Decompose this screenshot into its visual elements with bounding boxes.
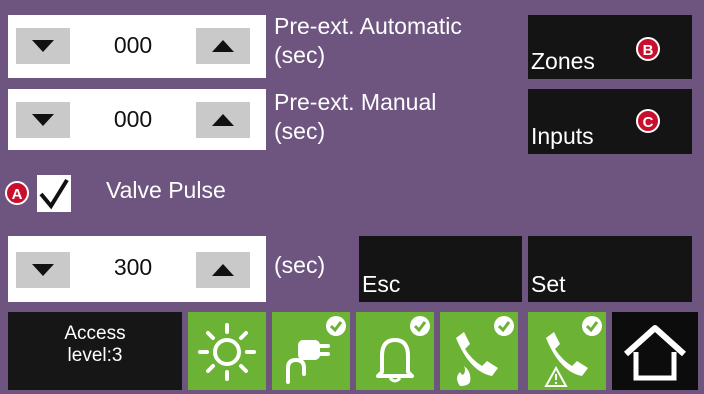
decrement-button[interactable] bbox=[16, 252, 70, 288]
valve-pulse-spinner: 300 bbox=[8, 236, 266, 302]
arrow-down-icon bbox=[32, 114, 54, 126]
decrement-button[interactable] bbox=[16, 102, 70, 138]
arrow-up-icon bbox=[212, 114, 234, 126]
pre-ext-manual-label: Pre-ext. Manual (sec) bbox=[274, 89, 437, 144]
access-level-panel: Access level:3 bbox=[8, 312, 182, 390]
valve-pulse-unit: (sec) bbox=[274, 252, 326, 278]
checkmark-icon bbox=[39, 178, 69, 210]
decrement-button[interactable] bbox=[16, 28, 70, 64]
valve-pulse-checkbox[interactable] bbox=[37, 175, 71, 212]
bell-tile[interactable] bbox=[356, 312, 434, 390]
pre-ext-automatic-label: Pre-ext. Automatic (sec) bbox=[274, 13, 462, 68]
callout-b: B bbox=[636, 37, 660, 61]
pre-ext-automatic-spinner: 000 bbox=[8, 15, 266, 78]
set-button[interactable]: Set bbox=[528, 236, 692, 302]
callout-a: A bbox=[5, 181, 29, 205]
arrow-down-icon bbox=[32, 40, 54, 52]
arrow-up-icon bbox=[212, 264, 234, 276]
arrow-down-icon bbox=[32, 264, 54, 276]
power-plug-icon bbox=[286, 316, 346, 384]
home-icon bbox=[623, 325, 687, 381]
phone-fire-icon bbox=[456, 316, 514, 386]
callout-c: C bbox=[636, 109, 660, 133]
access-level-value: level:3 bbox=[67, 345, 123, 366]
valve-pulse-value[interactable]: 300 bbox=[70, 254, 196, 281]
access-label: Access bbox=[64, 323, 126, 344]
bell-icon bbox=[376, 316, 430, 383]
pre-ext-automatic-value[interactable]: 000 bbox=[70, 32, 196, 59]
increment-button[interactable] bbox=[196, 102, 250, 138]
sun-icon bbox=[198, 323, 256, 381]
power-tile[interactable] bbox=[272, 312, 350, 390]
phone-warning-tile[interactable] bbox=[528, 312, 606, 390]
zones-button[interactable]: Zones B bbox=[528, 15, 692, 79]
increment-button[interactable] bbox=[196, 28, 250, 64]
valve-pulse-label: Valve Pulse bbox=[106, 177, 226, 203]
esc-button[interactable]: Esc bbox=[359, 236, 522, 302]
pre-ext-manual-value[interactable]: 000 bbox=[70, 106, 196, 133]
phone-fire-tile[interactable] bbox=[440, 312, 518, 390]
screen: 000 Pre-ext. Automatic (sec) 000 Pre-ext… bbox=[0, 0, 704, 394]
arrow-up-icon bbox=[212, 40, 234, 52]
sun-tile[interactable] bbox=[188, 312, 266, 390]
inputs-button[interactable]: Inputs C bbox=[528, 89, 692, 154]
phone-warning-icon bbox=[544, 316, 602, 387]
increment-button[interactable] bbox=[196, 252, 250, 288]
home-button[interactable] bbox=[612, 312, 698, 390]
pre-ext-manual-spinner: 000 bbox=[8, 89, 266, 150]
